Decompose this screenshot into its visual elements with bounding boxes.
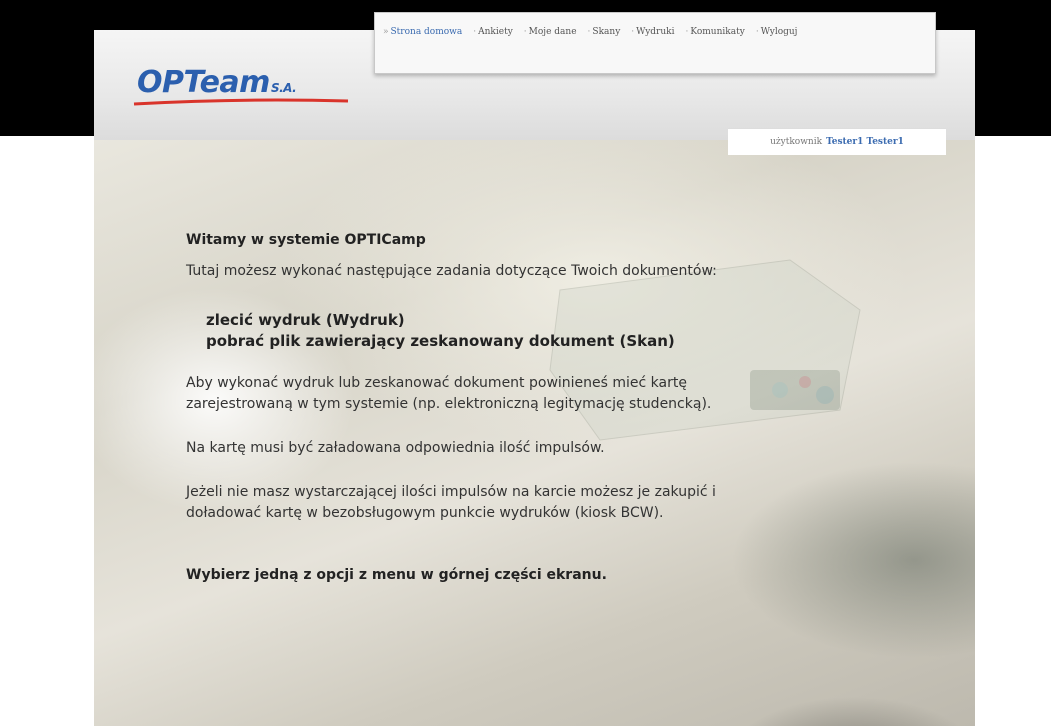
welcome-title: Witamy w systemie OPTICamp [186, 232, 426, 248]
impulses-paragraph: Na kartę musi być załadowana odpowiednia… [186, 440, 605, 456]
nav-item-label: Skany [592, 27, 621, 37]
nav-item-label: Ankiety [478, 27, 513, 37]
user-label: użytkownik [770, 137, 823, 147]
nav-bullet-icon: · [685, 27, 689, 37]
user-name-link[interactable]: Tester1 Tester1 [826, 137, 904, 147]
closing-instruction: Wybierz jedną z opcji z menu w górnej cz… [186, 567, 607, 583]
top-up-line: doładować kartę w bezobsługowym punkcie … [186, 505, 664, 521]
nav-item-label: Wyloguj [760, 27, 798, 37]
task-options-list: zlecić wydruk (Wydruk) pobrać plik zawie… [206, 310, 675, 352]
opteam-logo[interactable]: OPTeamS.A. [137, 65, 297, 100]
intro-text: Tutaj możesz wykonać następujące zadania… [186, 263, 717, 279]
nav-item-label: Wydruki [636, 27, 675, 37]
card-info-line: Aby wykonać wydruk lub zeskanować dokume… [186, 375, 687, 391]
top-nav-menu: » Strona domowa · Ankiety · Moje dane · Skan… [374, 12, 936, 74]
nav-item-surveys[interactable]: · Ankiety [473, 27, 513, 37]
nav-list: » Strona domowa · Ankiety · Moje dane · Skan… [383, 27, 808, 37]
logo-name: OPTeam [137, 65, 270, 100]
nav-item-label: Strona domowa [390, 27, 463, 37]
user-info-box: użytkownik Tester1 Tester1 [728, 128, 946, 155]
nav-item-messages[interactable]: · Komunikaty [686, 27, 745, 37]
logo-suffix: S.A. [270, 81, 297, 95]
nav-item-scans[interactable]: · Skany [588, 27, 621, 37]
task-option-scan: pobrać plik zawierający zeskanowany doku… [206, 332, 675, 350]
nav-item-home[interactable]: » Strona domowa [383, 27, 462, 37]
nav-bullet-icon: · [755, 27, 759, 37]
task-option-print: zlecić wydruk (Wydruk) [206, 311, 405, 329]
top-up-line: Jeżeli nie masz wystarczającej ilości im… [186, 484, 716, 500]
top-up-paragraph: Jeżeli nie masz wystarczającej ilości im… [186, 482, 716, 524]
page: » Strona domowa · Ankiety · Moje dane · Skan… [0, 0, 1051, 726]
logo-swoosh-icon [133, 98, 349, 106]
nav-item-label: Komunikaty [690, 27, 745, 37]
nav-bullet-icon: » [383, 27, 389, 37]
nav-bullet-icon: · [523, 27, 527, 37]
nav-item-my-data[interactable]: · Moje dane [524, 27, 577, 37]
nav-bullet-icon: · [631, 27, 635, 37]
nav-item-label: Moje dane [528, 27, 577, 37]
nav-bullet-icon: · [587, 27, 591, 37]
nav-item-prints[interactable]: · Wydruki [631, 27, 674, 37]
card-info-paragraph: Aby wykonać wydruk lub zeskanować dokume… [186, 373, 711, 415]
nav-bullet-icon: · [473, 27, 477, 37]
nav-item-logout[interactable]: · Wyloguj [756, 27, 798, 37]
card-info-line: zarejestrowaną w tym systemie (np. elekt… [186, 396, 712, 412]
